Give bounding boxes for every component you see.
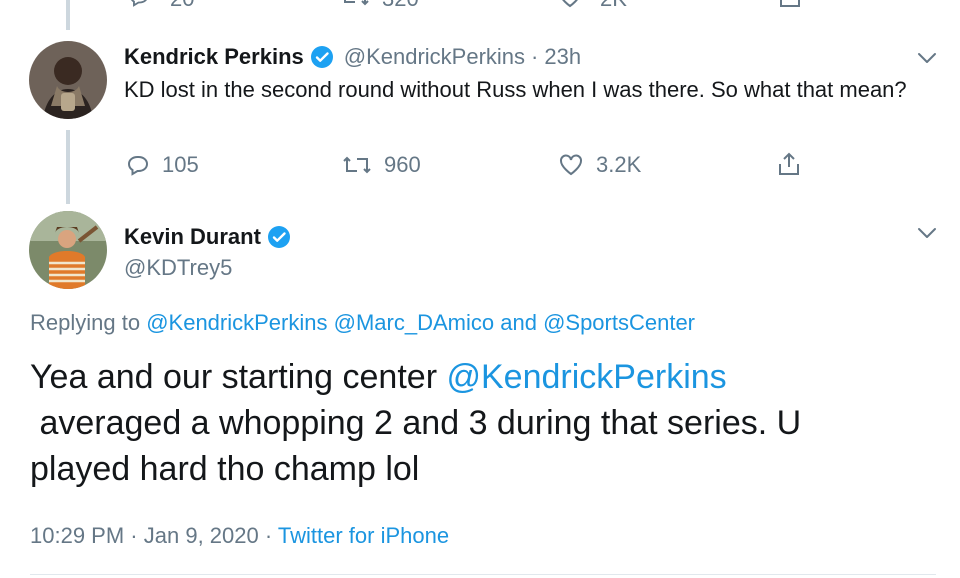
tweet-text-part: Yea and our starting center — [30, 358, 438, 396]
mention-link[interactable]: @SportsCenter — [543, 310, 695, 335]
separator: · — [130, 523, 138, 548]
chevron-down-icon[interactable] — [916, 51, 938, 65]
thread-line-middle — [66, 130, 70, 204]
mention-link[interactable]: @Marc_DAmico — [334, 310, 494, 335]
retweet-icon — [343, 156, 371, 174]
avatar-kendrick-perkins[interactable] — [29, 41, 107, 119]
reply-icon[interactable] — [128, 0, 150, 13]
replying-to: Replying to @KendrickPerkins @Marc_DAmic… — [30, 310, 695, 336]
previous-tweet-actions: 20 320 2K — [120, 0, 820, 11]
thread-line-top — [66, 0, 70, 30]
tweet-meta: 10:29 PM · Jan 9, 2020 · Twitter for iPh… — [30, 523, 449, 549]
like-icon — [560, 154, 582, 176]
author-handle[interactable]: @KDTrey5 — [124, 255, 232, 281]
share-icon — [779, 152, 799, 175]
verified-badge-icon — [310, 45, 334, 69]
share-icon[interactable] — [778, 0, 802, 13]
reply-count: 105 — [162, 152, 199, 177]
avatar-kevin-durant[interactable] — [29, 211, 107, 289]
like-count: 3.2K — [596, 152, 642, 177]
author-handle[interactable]: @KendrickPerkins — [344, 44, 525, 70]
share-button[interactable] — [776, 151, 802, 177]
tweet2-text: Yea and our starting center @KendrickPer… — [30, 354, 910, 492]
tweet-time[interactable]: 23h — [544, 44, 581, 70]
replying-and: and — [500, 310, 537, 335]
replying-prefix: Replying to — [30, 310, 141, 335]
tweet1-header: Kendrick Perkins @KendrickPerkins · 23h — [124, 44, 581, 70]
like-icon[interactable] — [558, 0, 582, 13]
chevron-down-icon[interactable] — [916, 226, 938, 240]
author-name[interactable]: Kevin Durant — [124, 224, 261, 250]
tweet-date[interactable]: Jan 9, 2020 — [144, 523, 259, 548]
retweet-count: 960 — [384, 152, 421, 177]
reply-icon — [127, 156, 149, 176]
tweet-source-link[interactable]: Twitter for iPhone — [278, 523, 449, 548]
like-count: 2K — [600, 0, 627, 12]
separator: · — [531, 44, 539, 69]
tweet-timestamp[interactable]: 10:29 PM — [30, 523, 124, 548]
author-name[interactable]: Kendrick Perkins — [124, 44, 304, 70]
mention-link[interactable]: @KendrickPerkins — [146, 310, 327, 335]
retweet-count: 320 — [382, 0, 419, 12]
divider — [30, 574, 936, 575]
mention-link[interactable]: @KendrickPerkins — [446, 358, 726, 396]
tweet1-text: KD lost in the second round without Russ… — [124, 77, 907, 102]
reply-button[interactable]: 105 — [126, 152, 199, 178]
separator: · — [264, 523, 273, 548]
tweet2-header: Kevin Durant — [124, 224, 291, 250]
verified-badge-icon — [267, 225, 291, 249]
like-button[interactable]: 3.2K — [558, 152, 641, 178]
retweet-icon[interactable] — [340, 0, 370, 13]
retweet-button[interactable]: 960 — [342, 152, 421, 178]
tweet-text-part: averaged a whopping 2 and 3 during that … — [30, 404, 802, 488]
reply-count: 20 — [170, 0, 194, 12]
